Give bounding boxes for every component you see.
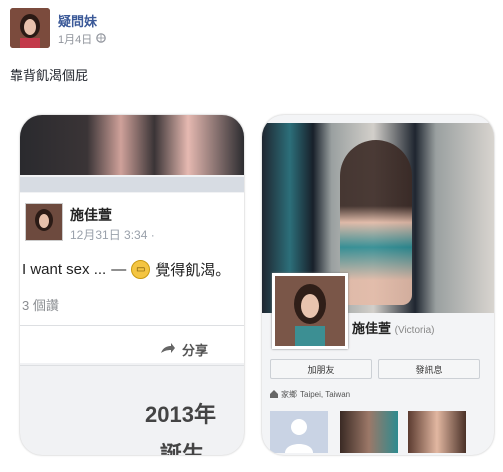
photo-thumbnail [340, 411, 398, 453]
embedded-screenshot-left: 施佳萱 12月31日 3:34 · I want sex ... — ▭ 覺得飢… [20, 115, 244, 455]
grimace-emoji-icon: ▭ [131, 260, 151, 279]
timeline-birth: 誕生 [160, 442, 205, 455]
divider [20, 365, 244, 366]
add-friend-button: 加朋友 [270, 359, 372, 379]
message-button: 發訊息 [378, 359, 480, 379]
embedded-screenshot-right: 施佳萱 (Victoria) 加朋友 發訊息 家鄉 Taipei, Taiwan [262, 115, 494, 455]
status-text: I want sex ... [22, 261, 107, 278]
profile-name-en: (Victoria) [394, 325, 435, 336]
timeline-year: 2013年 [145, 402, 216, 427]
friend-thumbnail [270, 411, 328, 453]
author-name[interactable]: 疑問妹 [58, 11, 97, 30]
share-label: 分享 [182, 343, 209, 358]
inner-avatar [25, 203, 63, 241]
post-date[interactable]: 1月4日 [58, 31, 92, 47]
inner-author-name: 施佳萱 [70, 207, 112, 223]
status-dash: — [111, 261, 127, 278]
cover-figure [340, 140, 412, 305]
hometown-prefix: 家鄉 [281, 390, 297, 399]
author-avatar[interactable] [10, 8, 50, 48]
gray-bar [20, 177, 244, 192]
globe-icon[interactable] [96, 32, 107, 46]
post-meta: 1月4日 [58, 31, 107, 47]
divider [20, 325, 244, 326]
hometown-value: Taipei, Taiwan [300, 390, 351, 399]
profile-picture [272, 273, 348, 349]
home-icon [270, 389, 278, 400]
inner-post-date: 12月31日 3:34 · [70, 228, 155, 242]
likes-count: 3 個讚 [22, 298, 59, 313]
hometown-info: 家鄉 Taipei, Taiwan [270, 389, 350, 400]
feeling-text: 覺得飢渴。 [155, 262, 231, 279]
photo-strip [20, 115, 244, 175]
profile-name-zh: 施佳萱 [352, 321, 392, 336]
share-arrow-icon [160, 342, 176, 357]
profile-name: 施佳萱 (Victoria) [352, 318, 434, 337]
inner-status: I want sex ... — ▭ 覺得飢渴。 [22, 259, 230, 280]
post-text: 靠背飢渴個屁 [10, 68, 89, 83]
photo-thumbnail [408, 411, 466, 453]
share-action: 分享 [160, 340, 208, 359]
